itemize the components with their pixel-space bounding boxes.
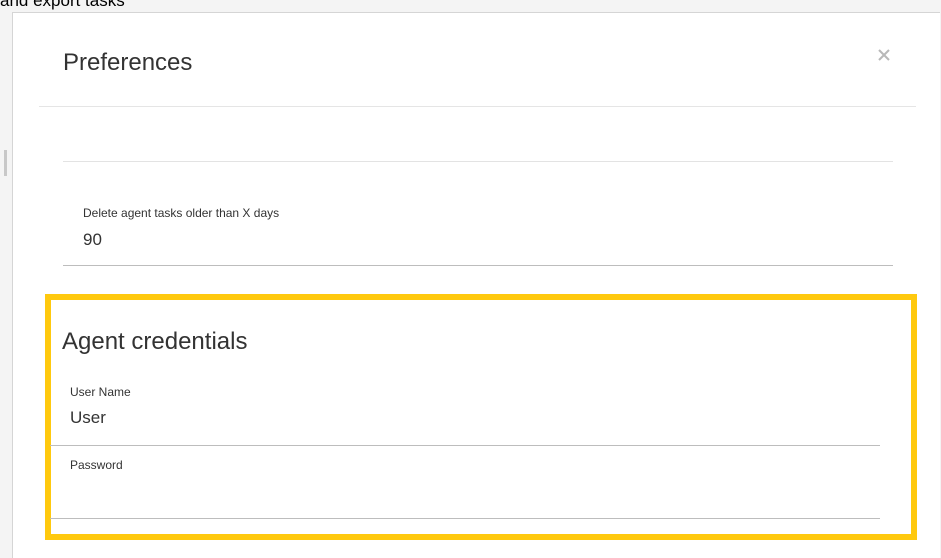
background-caption: and export tasks	[0, 0, 125, 10]
delete-tasks-input[interactable]	[83, 230, 863, 250]
password-label: Password	[70, 458, 123, 472]
empty-settings-row	[63, 107, 893, 162]
username-label: User Name	[70, 385, 131, 399]
dialog-header: Preferences	[39, 13, 916, 107]
username-input[interactable]	[70, 408, 850, 428]
close-icon[interactable]	[876, 47, 892, 63]
delete-tasks-field: Delete agent tasks older than X days	[63, 183, 893, 266]
username-field: User Name	[50, 370, 880, 446]
credentials-section-title: Agent credentials	[62, 328, 248, 355]
password-field: Password	[50, 446, 880, 519]
backdrop-edge-mark	[4, 150, 7, 176]
dialog-title: Preferences	[63, 49, 193, 76]
password-input[interactable]	[70, 480, 850, 500]
delete-tasks-label: Delete agent tasks older than X days	[83, 206, 280, 220]
